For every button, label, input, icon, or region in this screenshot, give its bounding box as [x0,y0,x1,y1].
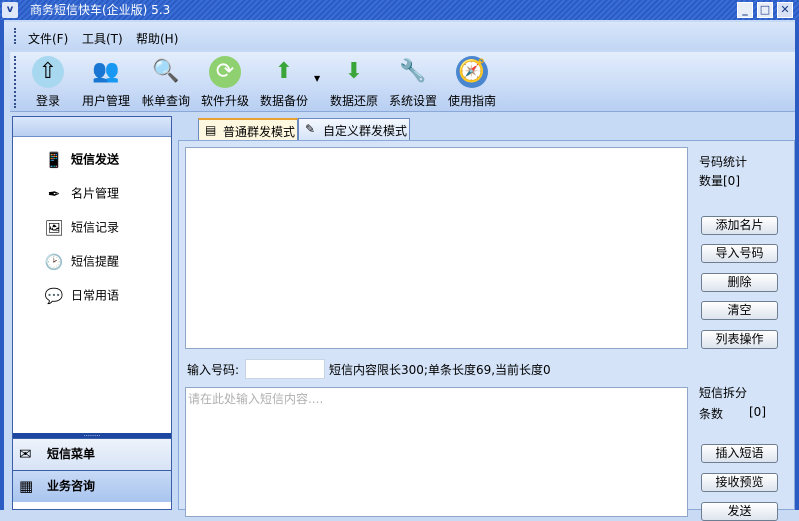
number-count-label: 数量[0] [699,174,740,188]
sms-menu-bar[interactable]: ✉ 短信菜单 [13,438,171,470]
user-management-button[interactable]: 👥 用户管理 [82,56,130,109]
label: 数据备份 [260,94,309,108]
label: 数据还原 [330,94,379,108]
label: 软件升级 [201,94,250,108]
sidebar-item-cards[interactable]: ✒ 名片管理 [43,183,119,205]
settings-icon: 🔧 [399,59,427,84]
receive-preview-button[interactable]: 接收预览 [701,473,778,492]
add-card-button[interactable]: 添加名片 [701,216,778,235]
edit-document-icon: ✎ [305,122,316,136]
calendar-icon: ▦ [19,477,34,495]
label: 短信记录 [71,220,120,235]
phone-input-label: 输入号码: [187,363,240,377]
settings-button[interactable]: 🔧 系统设置 [389,56,437,109]
users-icon: 👥 [92,59,120,84]
menu-file[interactable]: 文件(F) [28,30,68,47]
minimize-button[interactable]: _ [737,2,753,18]
label: 短信提醒 [71,254,120,269]
number-stat-label: 号码统计 [699,155,748,169]
sidebar-item-records[interactable]: 🖼 短信记录 [43,217,119,239]
backup-button[interactable]: ⬆ 数据备份 [260,56,308,109]
envelope-icon: ✉ [19,445,32,463]
message-textarea[interactable]: 请在此处输入短信内容.... [185,387,688,517]
backup-icon: ⬆ [274,59,294,84]
tab-content: 号码统计 数量[0] 添加名片 导入号码 删除 清空 列表操作 输入号码: 短信… [178,140,795,521]
label: 帐单查询 [142,94,191,108]
business-consult-bar[interactable]: ▦ 业务咨询 [13,470,171,502]
split-count-label: 条数 [699,407,724,421]
label: 系统设置 [389,94,438,108]
split-label: 短信拆分 [699,386,748,400]
clear-button[interactable]: 清空 [701,301,778,320]
document-icon: ▤ [205,123,217,137]
length-info: 短信内容限长300;单条长度69,当前长度0 [329,363,551,377]
menu-grip[interactable] [14,28,16,44]
toolbar: ⇧ 登录 👥 用户管理 🔍 帐单查询 ⟳ 软件升级 ⬆ 数据备份 ▼ ⬇ 数据还原 🔧 系统设… [10,52,795,112]
menu-tools[interactable]: 工具(T) [82,30,123,47]
list-actions-button[interactable]: 列表操作 [701,330,778,349]
menu-help[interactable]: 帮助(H) [136,30,178,47]
label: 使用指南 [448,94,497,108]
toolbar-grip[interactable] [14,56,16,108]
label: 业务咨询 [47,479,96,493]
sidebar-item-sms-send[interactable]: 📱 短信发送 [43,149,119,171]
tab-normal-mass-send[interactable]: ▤ 普通群发模式 [198,118,298,140]
split-count-value: [0] [749,405,766,419]
sidebar-item-phrases[interactable]: 💬 日常用语 [43,285,119,307]
label: 登录 [35,94,60,108]
delete-button[interactable]: 删除 [701,273,778,292]
label: 短信发送 [71,152,120,167]
label: 短信菜单 [47,447,96,461]
phone-input[interactable] [245,359,325,379]
search-bill-icon: 🔍 [152,59,180,84]
restore-button[interactable]: ⬇ 数据还原 [330,56,378,109]
label: 日常用语 [71,288,120,303]
login-icon: ⇧ [32,56,64,88]
message-placeholder: 请在此处输入短信内容.... [188,392,324,406]
import-numbers-button[interactable]: 导入号码 [701,244,778,263]
pen-icon: ✒ [47,185,61,203]
compass-icon: 🧭 [456,56,488,88]
label: 用户管理 [82,94,131,108]
close-button[interactable]: ✕ [777,2,793,18]
guide-button[interactable]: 🧭 使用指南 [448,56,496,109]
backup-dropdown-arrow-icon[interactable]: ▼ [314,74,320,83]
window-title: 商务短信快车(企业版) 5.3 [30,3,171,17]
menu-bar: 文件(F) 工具(T) 帮助(H) [4,22,795,50]
title-bar: v 商务短信快车(企业版) 5.3 _ □ ✕ [0,0,799,20]
tab-custom-mass-send[interactable]: ✎ 自定义群发模式 [298,118,410,140]
restore-icon: ⬇ [344,59,364,84]
phone-icon: 📱 [44,151,64,169]
left-panel-header [13,117,171,137]
chat-icon: 💬 [44,287,64,305]
send-button[interactable]: 发送 [701,502,778,521]
system-menu-icon[interactable]: v [2,2,18,18]
number-list[interactable] [185,147,688,349]
records-icon: 🖼 [44,219,64,237]
bill-query-button[interactable]: 🔍 帐单查询 [142,56,190,109]
sidebar-item-reminder[interactable]: 🕑 短信提醒 [43,251,119,273]
clock-icon: 🕑 [44,253,64,271]
label: 普通群发模式 [223,125,296,139]
maximize-button[interactable]: □ [757,2,773,18]
left-panel: 📱 短信发送 ✒ 名片管理 🖼 短信记录 🕑 短信提醒 💬 日常用语 ......... … [12,116,172,510]
label: 名片管理 [71,186,120,201]
upgrade-icon: ⟳ [209,56,241,88]
login-button[interactable]: ⇧ 登录 [32,56,64,109]
insert-phrase-button[interactable]: 插入短语 [701,444,778,463]
label: 自定义群发模式 [323,124,408,138]
upgrade-button[interactable]: ⟳ 软件升级 [201,56,249,109]
